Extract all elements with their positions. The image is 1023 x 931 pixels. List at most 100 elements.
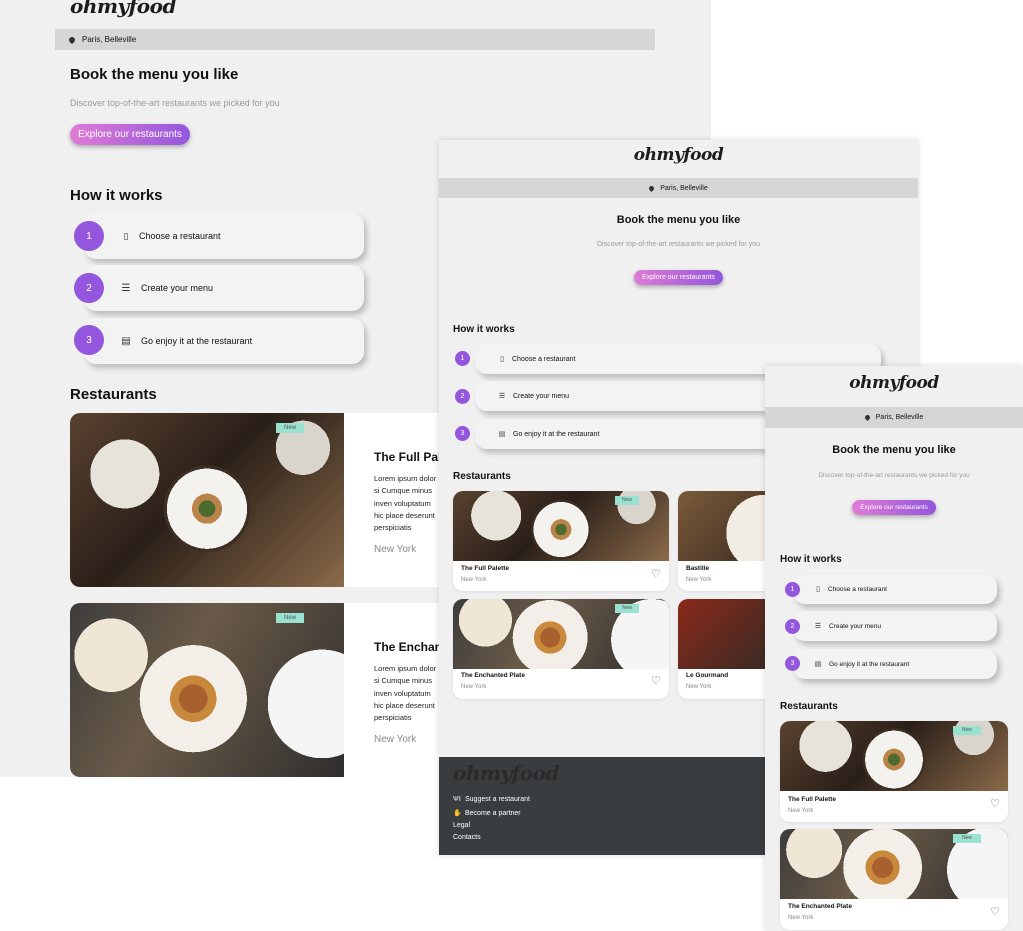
restaurant-card-enchanted-plate[interactable]: New The Enchanted Plate New York ♡	[453, 599, 669, 699]
location-pin-icon	[67, 35, 77, 44]
restaurant-city: New York	[461, 577, 487, 583]
utensils-icon: ΨΙ	[453, 796, 461, 803]
restaurant-city: New York	[788, 808, 814, 814]
restaurant-name: The Enchanted Plate	[788, 903, 852, 910]
hero-subtitle: Discover top-of-the-art restaurants we p…	[596, 241, 760, 248]
step-label: Choose a restaurant	[828, 585, 887, 593]
step-card-3[interactable]: ▤ Go enjoy it at the restaurant	[84, 318, 364, 364]
restaurant-description: Lorem ipsum dolor si Cumque minus inven …	[374, 664, 437, 723]
restaurant-description: Lorem ipsum dolor si Cumque minus inven …	[374, 474, 437, 533]
footer-link-label: Become a partner	[465, 809, 521, 817]
location-text: Paris, Belleville	[82, 35, 137, 44]
restaurant-card-full-palette[interactable]: New The Full Palette New York ♡	[780, 721, 1008, 822]
mobile-screenshot: ohmyfood Paris, Belleville Book the menu…	[765, 366, 1023, 931]
step-number-2: 2	[455, 389, 470, 404]
footer-link-legal[interactable]: Legal	[453, 822, 470, 829]
new-badge: New	[615, 496, 639, 505]
list-icon: ☰	[498, 393, 506, 400]
store-icon: ▤	[814, 661, 822, 668]
handshake-icon: ✋	[453, 810, 462, 817]
step-label: Create your menu	[829, 622, 882, 630]
step-number-3: 3	[785, 656, 800, 671]
restaurant-name: The Enchant	[374, 640, 440, 654]
step-number-2: 2	[785, 619, 800, 634]
brand-logo[interactable]: ohmyfood	[70, 0, 176, 18]
heart-icon[interactable]: ♡	[651, 674, 661, 687]
step-number-2: 2	[74, 273, 104, 303]
restaurant-city: New York	[374, 544, 417, 555]
phone-icon: ▯	[123, 230, 129, 241]
explore-restaurants-button[interactable]: Explore our restaurants	[852, 500, 936, 515]
heart-icon[interactable]: ♡	[990, 797, 1000, 810]
how-it-works-title: How it works	[780, 554, 842, 565]
step-number-1: 1	[74, 221, 104, 251]
restaurant-name: The Full Palette	[461, 565, 510, 572]
hero-title: Book the menu you like	[832, 444, 956, 456]
step-label: Choose a restaurant	[139, 231, 221, 241]
location-text: Paris, Belleville	[875, 414, 924, 421]
hero-title: Book the menu you like	[616, 214, 741, 226]
step-number-1: 1	[455, 351, 470, 366]
restaurant-name: Le Gourmand	[686, 672, 729, 679]
step-label: Create your menu	[141, 283, 214, 293]
brand-logo[interactable]: ohmyfood	[765, 373, 1023, 393]
location-bar: Paris, Belleville	[765, 407, 1023, 428]
location-bar: Paris, Belleville	[439, 178, 918, 198]
restaurant-name: The Full Pale	[374, 450, 440, 464]
location-text: Paris, Belleville	[660, 184, 708, 192]
restaurant-city: New York	[686, 577, 712, 583]
restaurants-title: Restaurants	[453, 471, 511, 482]
restaurant-card-full-palette[interactable]: New The Full Palette New York ♡	[453, 491, 669, 591]
step-label: Go enjoy it at the restaurant	[141, 336, 253, 346]
restaurant-name: Bastille	[686, 565, 710, 572]
step-number-3: 3	[74, 325, 104, 355]
store-icon: ▤	[498, 431, 506, 438]
footer-link-partner[interactable]: ✋ Become a partner	[453, 809, 521, 818]
brand-logo[interactable]: ohmyfood	[439, 145, 918, 165]
location-pin-icon	[648, 184, 656, 192]
heart-icon[interactable]: ♡	[651, 567, 661, 580]
footer-link-label: Suggest a restaurant	[465, 796, 530, 803]
hero-title: Book the menu you like	[70, 66, 239, 83]
explore-restaurants-button[interactable]: Explore our restaurants	[634, 270, 723, 285]
list-icon: ☰	[814, 623, 822, 630]
new-badge: New	[615, 604, 639, 613]
step-card-1[interactable]: ▯ Choose a restaurant	[793, 574, 997, 604]
step-card-2[interactable]: ☰ Create your menu	[84, 265, 364, 311]
restaurant-image	[70, 603, 344, 777]
how-it-works-title: How it works	[453, 324, 515, 335]
cta-wrap: Explore our restaurants	[765, 496, 1023, 515]
phone-icon: ▯	[816, 586, 820, 593]
restaurant-name: The Full Palette	[788, 796, 837, 803]
restaurant-city: New York	[374, 734, 417, 745]
footer-link-suggest[interactable]: ΨΙ Suggest a restaurant	[453, 796, 530, 803]
step-card-3[interactable]: ▤ Go enjoy it at the restaurant	[793, 649, 997, 679]
restaurant-card-enchanted-plate[interactable]: New The Enchanted Plate New York ♡	[780, 829, 1008, 930]
step-card-1[interactable]: ▯ Choose a restaurant	[84, 213, 364, 259]
restaurants-title: Restaurants	[780, 701, 838, 712]
step-label: Create your menu	[513, 392, 570, 400]
heart-icon[interactable]: ♡	[990, 905, 1000, 918]
hero-subtitle: Discover top-of-the-art restaurants we p…	[818, 472, 970, 479]
step-label: Go enjoy it at the restaurant	[829, 660, 910, 668]
how-it-works-title: How it works	[70, 187, 163, 204]
phone-icon: ▯	[500, 356, 504, 363]
step-label: Go enjoy it at the restaurant	[513, 430, 600, 438]
restaurant-card-enchanted-plate[interactable]: New The Enchant Lorem ipsum dolor si Cum…	[70, 603, 440, 777]
restaurant-image	[70, 413, 344, 587]
new-badge: New	[953, 834, 981, 843]
store-icon: ▤	[121, 335, 131, 347]
step-number-1: 1	[785, 582, 800, 597]
explore-restaurants-button[interactable]: Explore our restaurants	[70, 124, 190, 145]
footer-logo[interactable]: ohmyfood	[453, 761, 559, 785]
restaurant-city: New York	[461, 684, 487, 690]
list-icon: ☰	[121, 282, 131, 294]
restaurants-title: Restaurants	[70, 386, 157, 403]
restaurant-card-full-palette[interactable]: New The Full Pale Lorem ipsum dolor si C…	[70, 413, 440, 587]
hero-subtitle: Discover top-of-the-art restaurants we p…	[70, 98, 280, 108]
footer-link-contacts[interactable]: Contacts	[453, 834, 481, 841]
restaurant-name: The Enchanted Plate	[461, 672, 525, 679]
step-card-2[interactable]: ☰ Create your menu	[793, 611, 997, 641]
new-badge: New	[953, 726, 981, 735]
location-pin-icon	[863, 413, 871, 422]
